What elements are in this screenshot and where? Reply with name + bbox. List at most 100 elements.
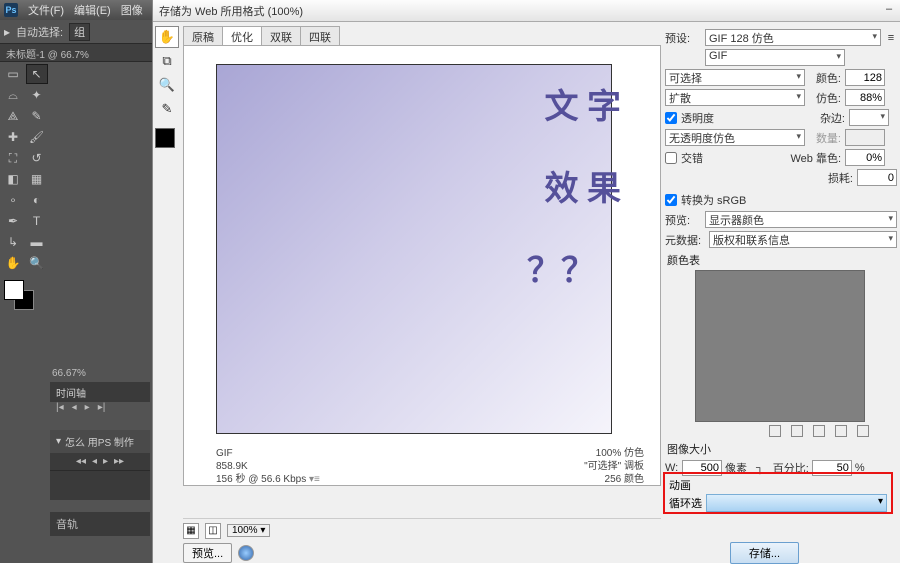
amount-input — [845, 129, 885, 146]
eyedropper-tool-icon[interactable]: ✎ — [155, 98, 179, 120]
tab-optimized[interactable]: 优化 — [222, 26, 262, 45]
sampled-color-swatch[interactable] — [155, 128, 175, 148]
art-line-2: 效 果 — [545, 161, 622, 210]
colors-input[interactable] — [845, 69, 885, 86]
menu-file[interactable]: 文件(F) — [28, 2, 64, 18]
first-icon[interactable]: ◂◂ — [76, 456, 86, 467]
tab-2up[interactable]: 双联 — [261, 26, 301, 45]
preview-stage[interactable]: 文 字 效 果 ？？ GIF 858.9K 156 秒 @ 56.6 Kbps … — [183, 46, 661, 486]
hand-tool-icon[interactable]: ✋ — [155, 26, 179, 48]
slice-tool-icon[interactable]: ⧉ — [155, 50, 179, 72]
ct-btn-1[interactable] — [769, 425, 781, 437]
preview-tabs: 原稿 优化 双联 四联 — [183, 26, 661, 46]
stamp-tool-icon[interactable]: ⛶ — [2, 148, 24, 168]
preview-dropdown[interactable]: 显示器颜色 — [705, 211, 897, 228]
image-size-label: 图像大小 — [667, 441, 897, 457]
zoom-level: 66.67% — [52, 368, 86, 379]
lasso-tool-icon[interactable]: ⌓ — [2, 85, 24, 105]
rect-select-tool-icon[interactable]: ▭ — [2, 64, 24, 84]
foreground-color-swatch[interactable] — [4, 280, 24, 300]
prev-icon[interactable]: ◂ — [92, 456, 97, 467]
history-header[interactable]: ▾怎么 用PS 制作 — [50, 430, 150, 453]
heal-tool-icon[interactable]: ✚ — [2, 127, 24, 147]
info-size: 858.9K — [216, 460, 320, 473]
color-table-label: 颜色表 — [667, 252, 897, 268]
shape-tool-icon[interactable]: ▬ — [26, 232, 48, 252]
preset-dropdown[interactable]: GIF 128 仿色 — [705, 29, 881, 46]
ct-btn-4[interactable] — [835, 425, 847, 437]
toggle-slices-icon[interactable]: ▦ — [183, 523, 199, 539]
ct-btn-5[interactable] — [857, 425, 869, 437]
auto-select-dropdown[interactable]: 组 — [69, 23, 90, 41]
prev-frame-icon[interactable]: ◂ — [72, 402, 77, 413]
timeline-panel-header[interactable]: 时间轴 — [50, 382, 150, 402]
srgb-checkbox[interactable] — [665, 194, 677, 206]
dodge-tool-icon[interactable]: ◐ — [26, 190, 48, 210]
matte-label: 杂边: — [813, 110, 845, 126]
crop-tool-icon[interactable]: ⟁ — [2, 106, 24, 126]
eyedropper-tool-icon[interactable]: ✎ — [26, 106, 48, 126]
websnap-input[interactable] — [845, 149, 885, 166]
last-icon[interactable]: ▸▸ — [114, 456, 124, 467]
tab-original[interactable]: 原稿 — [183, 26, 223, 45]
first-frame-icon[interactable]: |◂ — [56, 402, 64, 413]
preset-label: 预设: — [665, 30, 701, 46]
save-for-web-dialog: 存储为 Web 所用格式 (100%) – ✋ ⧉ 🔍 ✎ 原稿 优化 双联 四… — [152, 0, 900, 563]
toggle-vis-icon[interactable]: ◫ — [205, 523, 221, 539]
zoom-bar: ▦ ◫ 100% ▾ — [183, 518, 661, 540]
color-swatches[interactable] — [4, 280, 38, 308]
loop-dropdown[interactable] — [706, 494, 887, 512]
zoom-select[interactable]: 100% ▾ — [227, 524, 270, 537]
next-icon[interactable]: ▸ — [103, 456, 108, 467]
trans-dither-dropdown[interactable]: 无透明度仿色 — [665, 129, 805, 146]
play-icon[interactable]: ▸ — [85, 402, 90, 413]
color-table[interactable] — [695, 270, 865, 422]
ct-btn-2[interactable] — [791, 425, 803, 437]
menu-edit[interactable]: 编辑(E) — [74, 2, 111, 18]
wand-tool-icon[interactable]: ✦ — [26, 85, 48, 105]
metadata-label: 元数据: — [665, 232, 705, 248]
brush-tool-icon[interactable]: 🖌 — [26, 127, 48, 147]
document-tab[interactable]: 未标题-1 @ 66.7% — [0, 44, 152, 62]
globe-icon[interactable] — [238, 545, 254, 561]
hand-tool-icon[interactable]: ✋ — [2, 253, 24, 273]
interlace-checkbox[interactable] — [665, 152, 677, 164]
animation-section: 动画 循环选 — [663, 472, 893, 514]
info-format: GIF — [216, 447, 320, 460]
minimize-icon[interactable]: – — [882, 3, 896, 17]
preview-browser-button[interactable]: 预览... — [183, 543, 232, 563]
history-brush-tool-icon[interactable]: ↺ — [26, 148, 48, 168]
next-frame-icon[interactable]: ▸| — [98, 402, 106, 413]
preview-area: 原稿 优化 双联 四联 文 字 效 果 ？？ GIF 858.9K 156 秒 … — [183, 26, 661, 516]
metadata-dropdown[interactable]: 版权和联系信息 — [709, 231, 897, 248]
type-tool-icon[interactable]: T — [26, 211, 48, 231]
lossy-label: 损耗: — [821, 170, 853, 186]
move-tool-icon[interactable]: ↖ — [26, 64, 48, 84]
pen-tool-icon[interactable]: ✒ — [2, 211, 24, 231]
loop-label: 循环选 — [669, 495, 702, 511]
zoom-tool-icon[interactable]: 🔍 — [155, 74, 179, 96]
tab-4up[interactable]: 四联 — [300, 26, 340, 45]
ct-btn-3[interactable] — [813, 425, 825, 437]
gradient-tool-icon[interactable]: ▦ — [26, 169, 48, 189]
dither-dropdown[interactable]: 扩散 — [665, 89, 805, 106]
matte-dropdown[interactable] — [849, 109, 889, 126]
lossy-input[interactable] — [857, 169, 897, 186]
dialog-title: 存储为 Web 所用格式 (100%) — [153, 0, 900, 22]
info-palette: "可选择" 调板 — [584, 460, 644, 473]
dither-input[interactable] — [845, 89, 885, 106]
colors-label: 颜色: — [809, 70, 841, 86]
preset-menu-icon[interactable]: ≡ — [885, 32, 897, 44]
photoshop-chrome: Ps 文件(F) 编辑(E) 图像 ▸ 自动选择: 组 未标题-1 @ 66.7… — [0, 0, 152, 563]
eraser-tool-icon[interactable]: ◧ — [2, 169, 24, 189]
zoom-tool-icon[interactable]: 🔍 — [26, 253, 48, 273]
art-line-3: ？？ — [527, 243, 595, 292]
path-tool-icon[interactable]: ↳ — [2, 232, 24, 252]
palette-dropdown[interactable]: 可选择 — [665, 69, 805, 86]
transparency-label: 透明度 — [681, 110, 809, 126]
save-button[interactable]: 存储... — [730, 542, 799, 564]
format-dropdown[interactable]: GIF — [705, 49, 845, 66]
menu-image[interactable]: 图像 — [121, 2, 143, 18]
transparency-checkbox[interactable] — [665, 112, 677, 124]
blur-tool-icon[interactable]: ∘ — [2, 190, 24, 210]
